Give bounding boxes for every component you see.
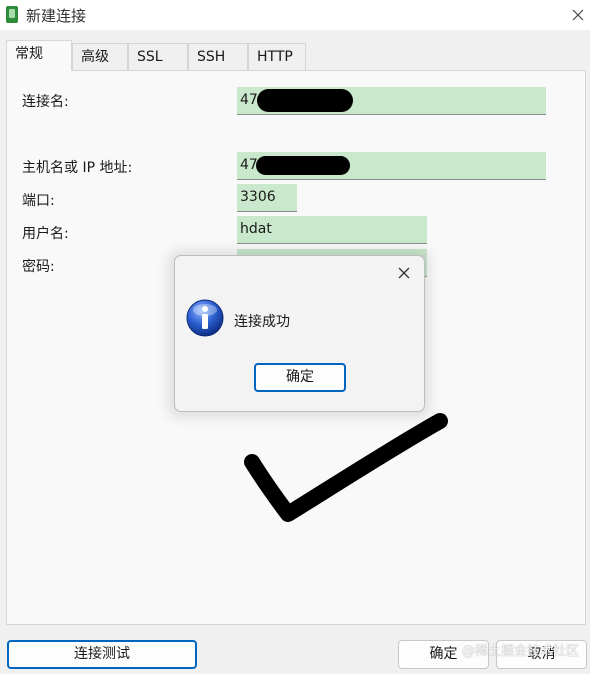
message-box: 连接成功 确定 xyxy=(174,255,425,412)
close-icon[interactable] xyxy=(393,262,415,284)
message-text: 连接成功 xyxy=(234,314,290,330)
watermark: @稀土掘金技术社区 xyxy=(462,644,580,659)
info-icon xyxy=(186,299,224,337)
tab-general[interactable]: 常规 xyxy=(6,40,72,71)
message-ok-button[interactable]: 确定 xyxy=(254,363,346,392)
